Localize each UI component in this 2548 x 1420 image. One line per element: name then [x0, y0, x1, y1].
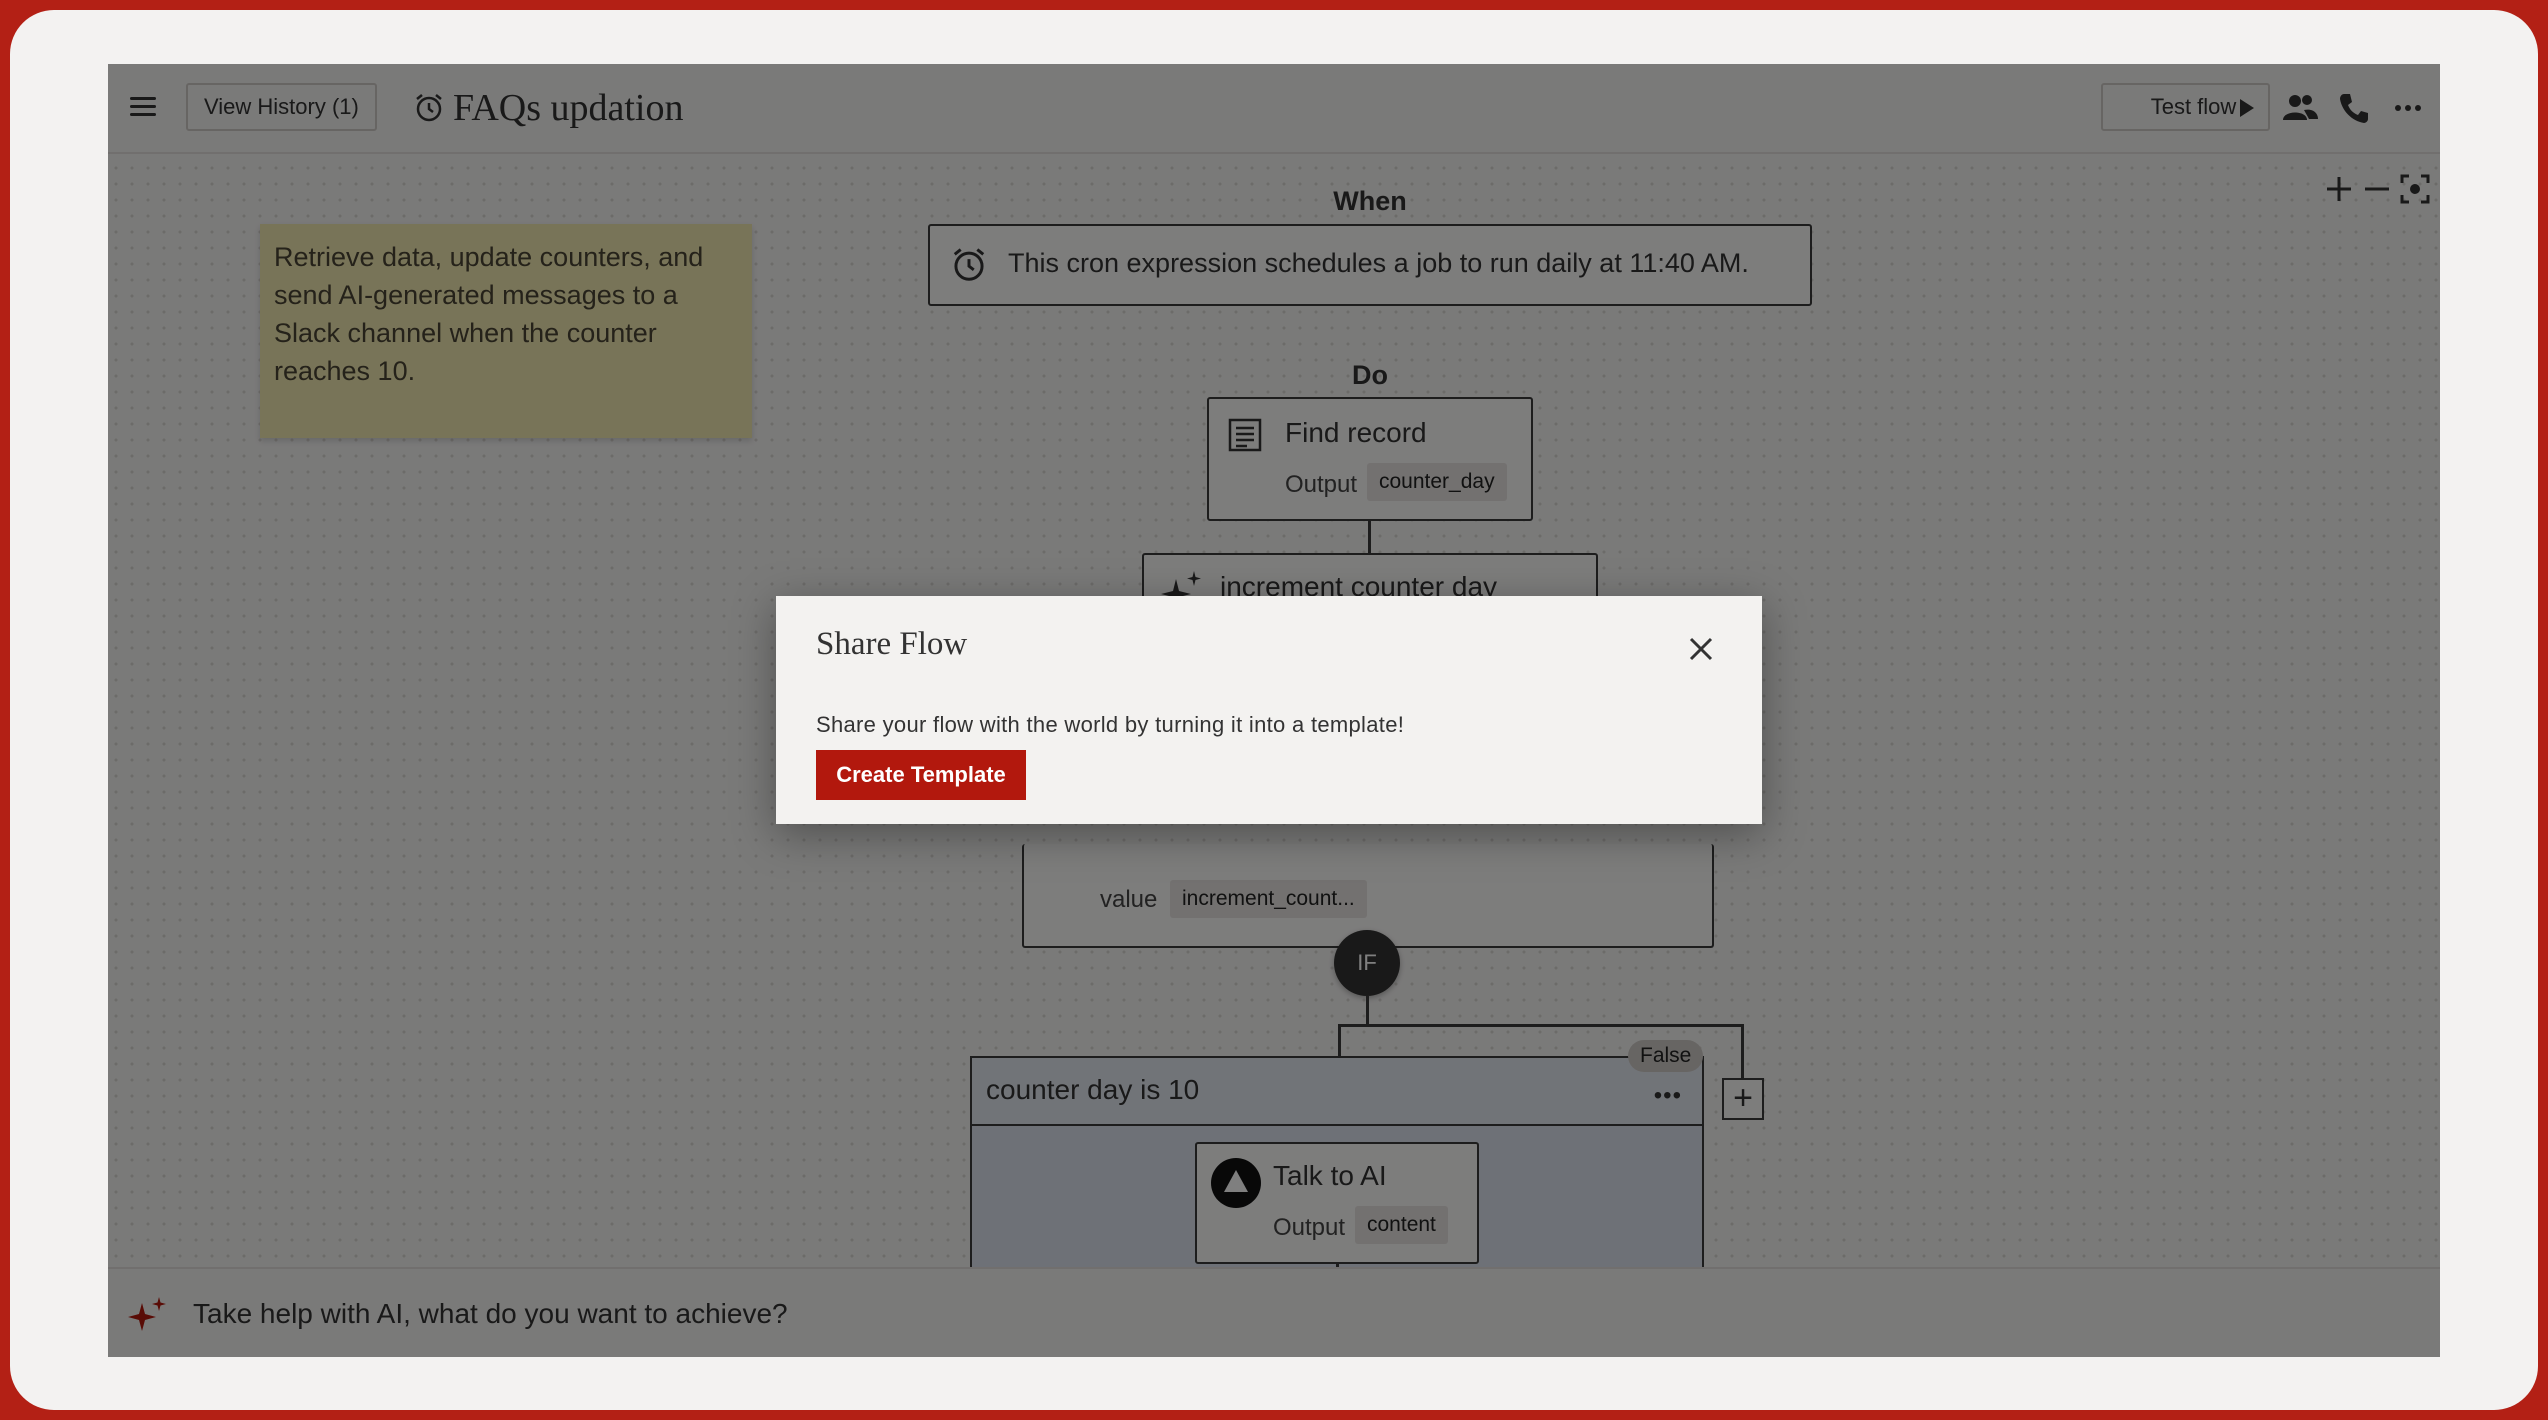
share-flow-dialog: Share Flow Share your flow with the worl… — [776, 596, 1762, 824]
create-template-button[interactable]: Create Template — [816, 750, 1026, 800]
dialog-title: Share Flow — [816, 626, 968, 662]
close-icon[interactable] — [1686, 634, 1716, 664]
window-frame: View History (1) FAQs updation Test flow — [10, 10, 2538, 1410]
dialog-description: Share your flow with the world by turnin… — [816, 712, 1405, 737]
